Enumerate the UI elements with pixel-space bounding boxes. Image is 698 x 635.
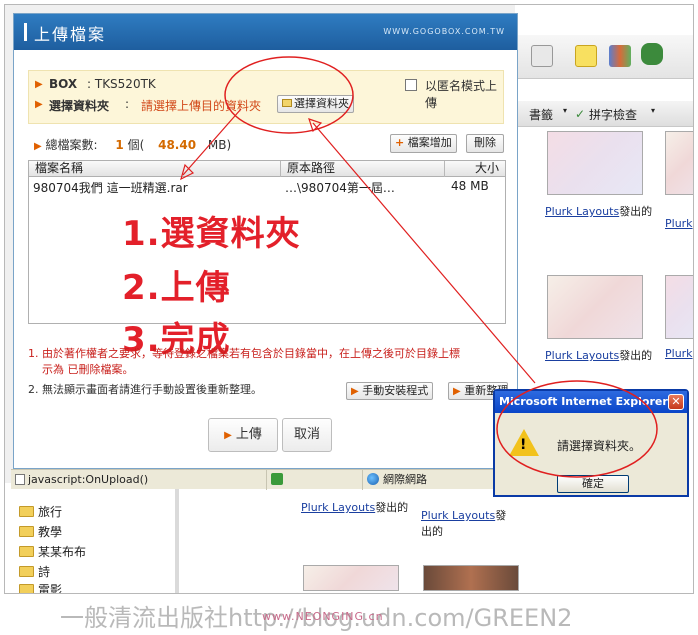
annotation-arrowhead-1 bbox=[180, 163, 195, 181]
footer-logo: www.NEONGING.cn bbox=[262, 610, 384, 623]
screenshot-frame: 書籤 ✓ 拼字檢查 ▾ ▾ Plurk Layouts發出的 Plurk Plu… bbox=[4, 4, 694, 594]
annotation-arrow-line-1 bbox=[182, 108, 242, 176]
annotation-circle-alert bbox=[496, 380, 658, 478]
annotation-circle-folder bbox=[224, 56, 354, 134]
annotation-overlay bbox=[180, 56, 658, 478]
annotation-arrow-line-2 bbox=[312, 122, 536, 384]
